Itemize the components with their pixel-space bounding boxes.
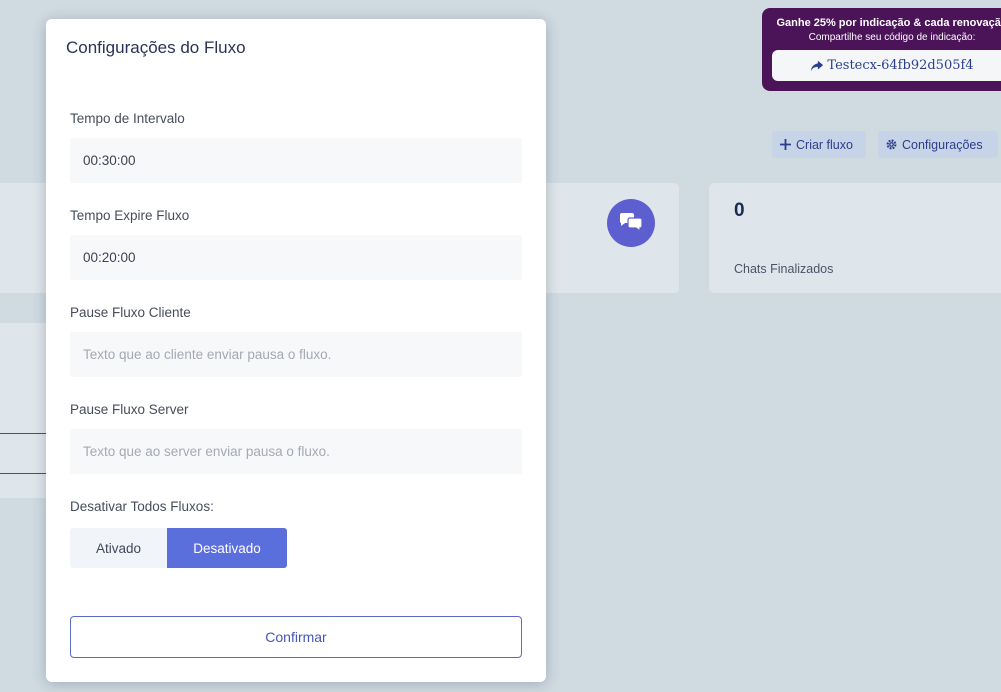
- referral-code-button[interactable]: Testecx-64fb92d505f4: [772, 50, 1001, 81]
- modal-title: Configurações do Fluxo: [66, 38, 246, 57]
- disabled-option-button[interactable]: Desativado: [167, 528, 287, 568]
- interval-time-input[interactable]: [70, 138, 522, 183]
- create-flow-button[interactable]: Criar fluxo: [772, 131, 866, 158]
- chats-finished-count: 0: [734, 200, 745, 221]
- plus-icon: [780, 139, 791, 150]
- expire-time-input[interactable]: [70, 235, 522, 280]
- referral-subtitle: Compartilhe seu código de indicação:: [808, 32, 976, 43]
- settings-button[interactable]: Configurações: [878, 131, 998, 158]
- flow-settings-modal: Configurações do Fluxo Tempo de Interval…: [46, 19, 546, 682]
- share-arrow-icon: [811, 60, 824, 71]
- expire-time-label: Tempo Expire Fluxo: [70, 208, 190, 223]
- pause-server-input[interactable]: [70, 429, 522, 474]
- create-flow-label: Criar fluxo: [796, 137, 853, 152]
- chats-finished-label: Chats Finalizados: [734, 262, 834, 276]
- referral-banner: Ganhe 25% por indicação & cada renovação…: [762, 8, 1001, 91]
- settings-label: Configurações: [902, 137, 983, 152]
- pause-client-input[interactable]: [70, 332, 522, 377]
- confirm-button[interactable]: Confirmar: [70, 616, 522, 658]
- divider: [0, 433, 47, 434]
- divider: [0, 473, 47, 474]
- enabled-option-button[interactable]: Ativado: [70, 528, 167, 568]
- chat-bubbles-icon: [607, 199, 655, 247]
- pause-client-label: Pause Fluxo Cliente: [70, 305, 191, 320]
- gear-icon: [886, 139, 897, 150]
- referral-code: Testecx-64fb92d505f4: [827, 58, 974, 73]
- pause-server-label: Pause Fluxo Server: [70, 402, 189, 417]
- disable-all-label: Desativar Todos Fluxos:: [70, 499, 214, 514]
- stat-card-finished: [709, 183, 1001, 293]
- interval-time-label: Tempo de Intervalo: [70, 111, 185, 126]
- referral-title: Ganhe 25% por indicação & cada renovação: [776, 17, 1001, 29]
- disable-all-toggle: Ativado Desativado: [70, 528, 287, 568]
